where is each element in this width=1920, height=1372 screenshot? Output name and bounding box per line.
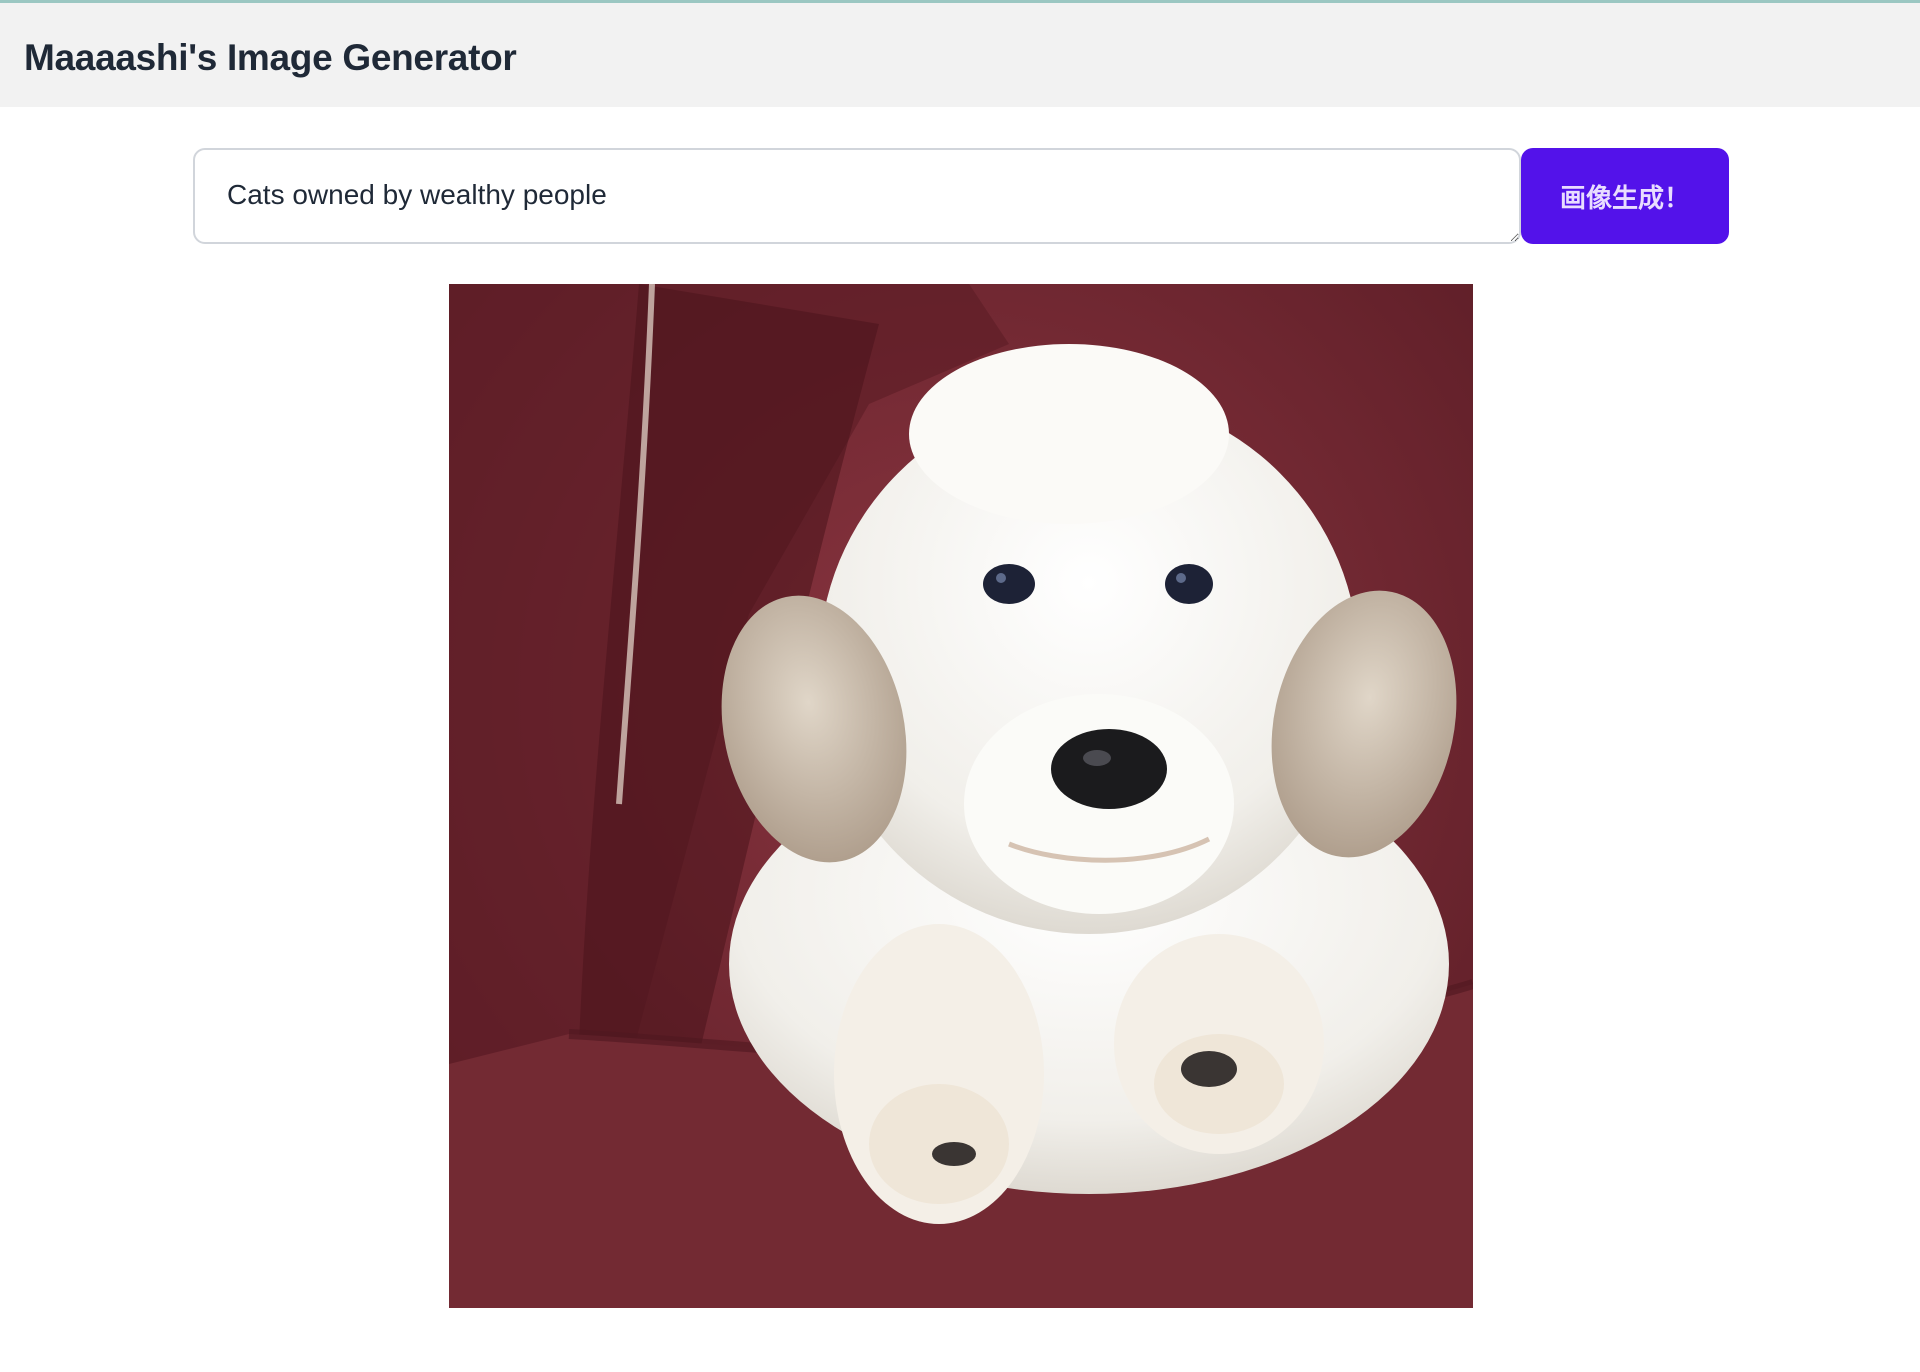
generated-image [449, 284, 1473, 1308]
prompt-input[interactable]: Cats owned by wealthy people [193, 148, 1521, 244]
app-header: Maaaashi's Image Generator [0, 3, 1920, 107]
generated-image-illustration [449, 284, 1473, 1308]
generate-image-button[interactable]: 画像生成！ [1521, 148, 1729, 244]
prompt-form: Cats owned by wealthy people 画像生成！ [193, 148, 1729, 244]
app-title: Maaaashi's Image Generator [24, 37, 517, 78]
